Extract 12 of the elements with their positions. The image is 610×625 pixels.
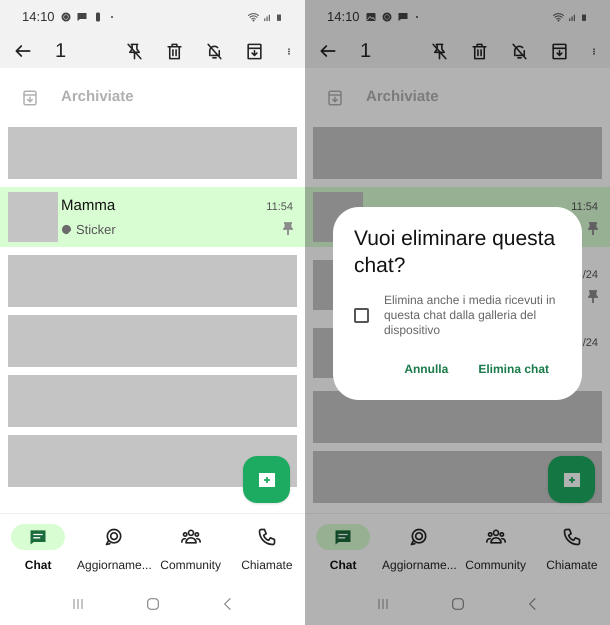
selection-count: 1 bbox=[360, 39, 372, 64]
message-time: /24 bbox=[582, 268, 598, 284]
message-time: /24 bbox=[582, 336, 598, 352]
checkbox-label: Elimina anche i media ricevuti in questa chat dalla galleria del dispositivo bbox=[384, 293, 556, 338]
status-time: 14:10 bbox=[22, 8, 55, 26]
contact-name: Mamma bbox=[61, 196, 116, 216]
message-time: 11:54 bbox=[266, 200, 293, 216]
selection-count: 1 bbox=[55, 39, 66, 64]
status-time: 14:10 bbox=[327, 8, 360, 26]
dialog-title: Vuoi eliminare questa chat? bbox=[354, 226, 556, 279]
message-preview: Sticker bbox=[76, 221, 116, 239]
message-time: 11:54 bbox=[571, 200, 598, 216]
